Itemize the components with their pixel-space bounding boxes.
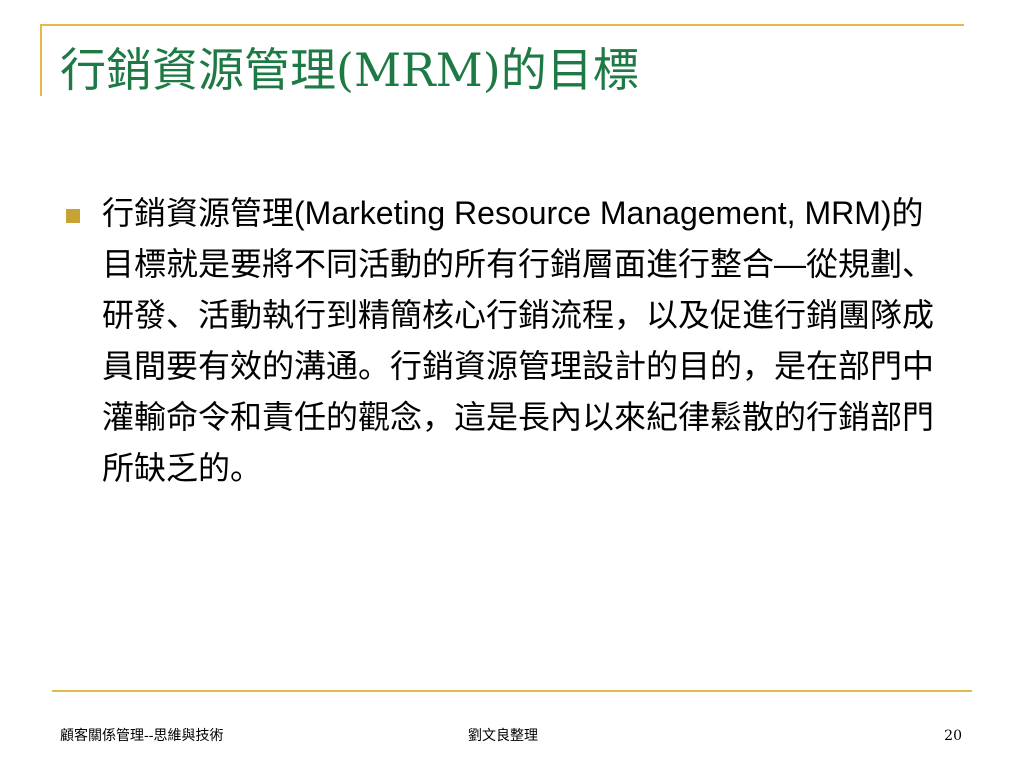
bullet-text: 行銷資源管理(Marketing Resource Management, MR…: [102, 195, 935, 486]
top-frame-line: [40, 24, 964, 26]
footer-author: 劉文良整理: [468, 728, 538, 744]
left-frame-line: [40, 24, 42, 96]
page-number: 20: [944, 728, 962, 744]
slide: 行銷資源管理(MRM)的目標 行銷資源管理(Marketing Resource…: [0, 0, 1024, 768]
footer-divider: [52, 690, 972, 692]
footer-course-title: 顧客關係管理--思維與技術: [60, 728, 224, 744]
slide-title: 行銷資源管理(MRM)的目標: [60, 43, 639, 97]
square-bullet-icon: [66, 209, 80, 223]
